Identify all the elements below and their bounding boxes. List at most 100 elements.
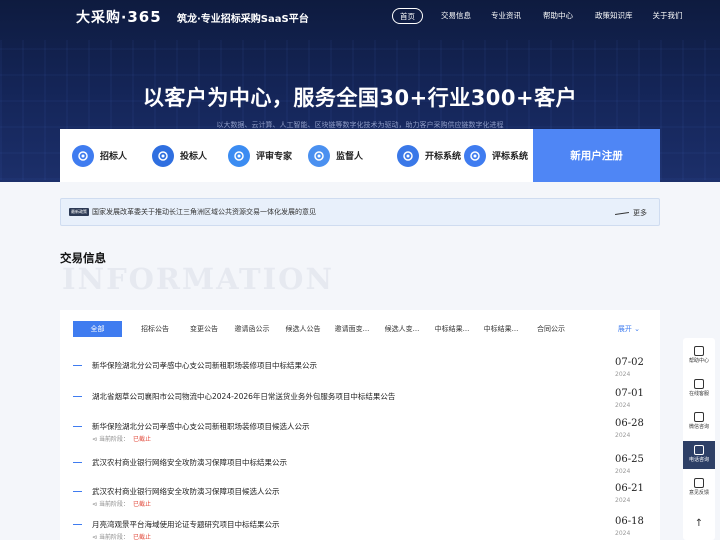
back-to-top-button[interactable]: ↑	[683, 510, 715, 536]
listing-title[interactable]: 武汉农村商业银行网络安全攻防演习保障项目候选人公示	[92, 486, 280, 497]
role-tenderer[interactable]: 招标人	[60, 129, 127, 182]
menu-home[interactable]: 首页	[392, 8, 423, 24]
flag-icon: ⊲	[92, 436, 98, 443]
listing-row[interactable]: 新华保险湖北分公司孝感中心支公司新租职场装修项目候选人公示 ⊲ 当前阶段： 已截止 0…	[73, 418, 648, 449]
menu-trade-info[interactable]: 交易信息	[441, 8, 471, 24]
flag-icon: ⊲	[92, 501, 98, 508]
stage-label: 当前阶段：	[98, 436, 129, 443]
site-logo[interactable]: 大采购·365	[76, 7, 162, 27]
stage-status: 已截止	[132, 501, 151, 508]
tab-5[interactable]: 邀请面变...	[330, 321, 374, 337]
listing-row[interactable]: 湖北省烟草公司襄阳市公司物流中心2024-2026年日常送货业务外包服务项目中标…	[73, 388, 648, 419]
role-bar: 评标系统 开标系统 监督人 评审专家 投标人 招标人 新用户注册	[60, 129, 660, 182]
floating-sidebar: 意见反馈 电话咨询 微信咨询 在线客服 帮助中心 ↑	[683, 338, 715, 540]
sidebar-label: 电话咨询	[688, 457, 709, 463]
bullet-dash-icon	[73, 524, 82, 525]
listing-date: 06-28	[615, 418, 644, 429]
listing-title[interactable]: 月亮湾观景平台海域使用论证专题研究项目中标结果公示	[92, 519, 280, 530]
role-evaluation-system[interactable]: 评标系统	[452, 129, 528, 182]
evaluation-icon	[464, 144, 486, 167]
sidebar-phone[interactable]: 电话咨询	[683, 441, 715, 469]
tab-7[interactable]: 中标结果...	[430, 321, 474, 337]
trade-info-panel: 展开 ⌄ 全部 招标公告 变更公告 邀请函公示 候选人公告 邀请面变... 候选人变... 中…	[60, 310, 660, 540]
tab-6[interactable]: 候选人变...	[380, 321, 424, 337]
main-menu: 首页 交易信息 专业资讯 帮助中心 政策知识库 关于我们	[392, 8, 683, 24]
tab-4[interactable]: 候选人公告	[281, 321, 325, 337]
sidebar-online-service[interactable]: 在线客服	[683, 375, 715, 403]
tab-8[interactable]: 中标结果...	[479, 321, 523, 337]
stage-status: 已截止	[132, 436, 151, 443]
tenderer-icon	[72, 144, 94, 167]
bullet-dash-icon	[73, 396, 82, 397]
sidebar-help[interactable]: 帮助中心	[683, 342, 715, 370]
menu-about[interactable]: 关于我们	[653, 8, 683, 24]
role-label: 评标系统	[492, 152, 529, 162]
role-label: 开标系统	[425, 152, 462, 162]
logo-text: 大采购·	[76, 10, 128, 26]
menu-policy[interactable]: 政策知识库	[595, 8, 633, 24]
tab-9[interactable]: 合同公示	[535, 321, 567, 337]
headset-icon	[694, 379, 704, 389]
sidebar-label: 意见反馈	[688, 490, 709, 496]
notice-more-link[interactable]: 更多	[614, 208, 647, 218]
wechat-icon	[694, 412, 704, 422]
role-expert[interactable]: 评审专家	[216, 129, 292, 182]
tab-3[interactable]: 邀请函公示	[230, 321, 274, 337]
menu-news[interactable]: 专业资讯	[491, 8, 521, 24]
opening-icon	[397, 144, 419, 167]
expand-button[interactable]: 展开 ⌄	[618, 321, 640, 337]
listing-title[interactable]: 武汉农村商业银行网络安全攻防演习保障项目中标结果公示	[92, 457, 287, 468]
menu-help[interactable]: 帮助中心	[543, 8, 573, 24]
bullet-dash-icon	[73, 426, 82, 427]
register-button[interactable]: 新用户注册	[533, 129, 660, 182]
bidder-icon	[152, 144, 174, 167]
sidebar-label: 帮助中心	[688, 358, 709, 364]
expand-label: 展开	[617, 325, 632, 333]
supervisor-icon	[308, 144, 330, 167]
role-supervisor[interactable]: 监督人	[296, 129, 363, 182]
tab-1[interactable]: 招标公告	[133, 321, 177, 337]
listing-year: 2024	[615, 468, 631, 475]
role-opening-system[interactable]: 开标系统	[385, 129, 461, 182]
listing-date: 06-25	[615, 454, 644, 465]
listing-year: 2024	[615, 497, 631, 504]
notice-text[interactable]: 国家发展改革委关于推动长江三角洲区域公共资源交易一体化发展的意见	[92, 207, 316, 217]
tab-2[interactable]: 变更公告	[182, 321, 226, 337]
listing-row[interactable]: 新华保险湖北分公司孝感中心支公司新租职场装修项目中标结果公示 07-02 2024	[73, 357, 648, 388]
stage-label: 当前阶段：	[98, 501, 129, 508]
listing-row[interactable]: 月亮湾观景平台海域使用论证专题研究项目中标结果公示 ⊲ 当前阶段： 已截止 06-18…	[73, 516, 648, 540]
role-label: 招标人	[100, 152, 128, 162]
notice-tag: 最新政策	[69, 208, 89, 216]
role-bidder[interactable]: 投标人	[140, 129, 207, 182]
listing-date: 07-01	[615, 388, 644, 399]
listing-stage: ⊲ 当前阶段： 已截止	[92, 499, 151, 508]
bullet-dash-icon	[73, 462, 82, 463]
phone-icon	[694, 445, 704, 455]
arrow-line-icon	[614, 211, 630, 215]
sidebar-feedback[interactable]: 意见反馈	[683, 474, 715, 502]
more-label: 更多	[633, 209, 647, 217]
sidebar-wechat[interactable]: 微信咨询	[683, 408, 715, 436]
listing-title[interactable]: 新华保险湖北分公司孝感中心支公司新租职场装修项目中标结果公示	[92, 360, 317, 371]
policy-notice[interactable]: 最新政策 国家发展改革委关于推动长江三角洲区域公共资源交易一体化发展的意见 更多	[60, 198, 660, 226]
listing-year: 2024	[615, 402, 631, 409]
listing-date: 07-02	[615, 357, 644, 368]
category-tabs: 展开 ⌄ 全部 招标公告 变更公告 邀请函公示 候选人公告 邀请面变... 候选人变... 中…	[73, 321, 653, 337]
listing-year: 2024	[615, 371, 631, 378]
listing-stage: ⊲ 当前阶段： 已截止	[92, 532, 151, 540]
chevron-down-icon: ⌄	[634, 325, 640, 333]
role-label: 评审专家	[256, 152, 293, 162]
bullet-dash-icon	[73, 491, 82, 492]
feedback-icon	[694, 478, 704, 488]
listing-row[interactable]: 武汉农村商业银行网络安全攻防演习保障项目中标结果公示 06-25 2024	[73, 454, 648, 485]
section-title: 交易信息	[60, 251, 106, 265]
flag-icon: ⊲	[92, 534, 98, 540]
listing-date: 06-21	[615, 483, 644, 494]
listing-title[interactable]: 湖北省烟草公司襄阳市公司物流中心2024-2026年日常送货业务外包服务项目中标…	[92, 391, 395, 402]
listing-row[interactable]: 武汉农村商业银行网络安全攻防演习保障项目候选人公示 ⊲ 当前阶段： 已截止 06-21…	[73, 483, 648, 514]
listing-stage: ⊲ 当前阶段： 已截止	[92, 434, 151, 443]
top-navigation: 大采购·365 筑龙·专业招标采购SaaS平台 首页 交易信息 专业资讯 帮助中…	[0, 0, 720, 32]
listing-title[interactable]: 新华保险湖北分公司孝感中心支公司新租职场装修项目候选人公示	[92, 421, 310, 432]
sidebar-label: 微信咨询	[688, 424, 709, 430]
tab-0[interactable]: 全部	[73, 321, 122, 337]
